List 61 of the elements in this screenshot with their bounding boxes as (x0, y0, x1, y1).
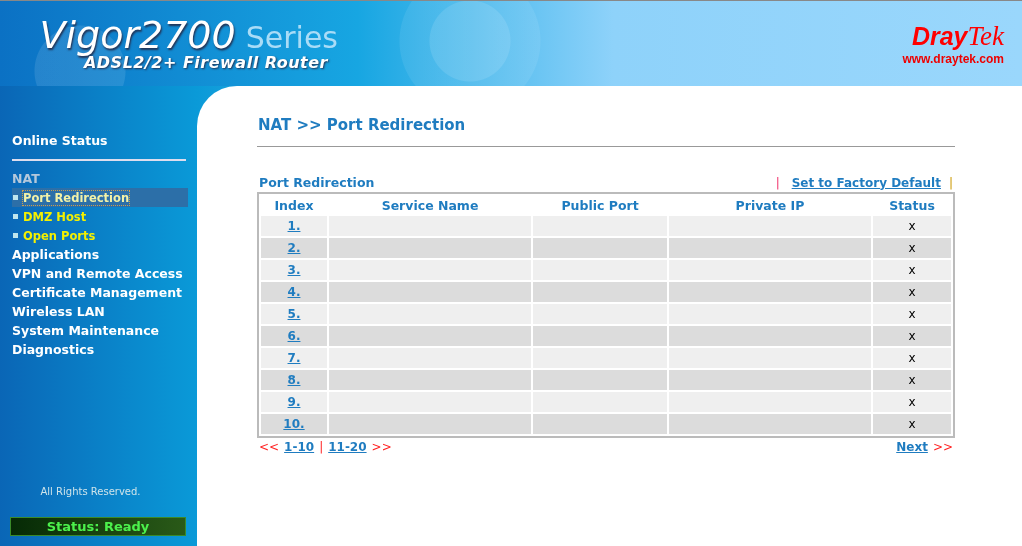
column-header: Private IP (734, 196, 806, 214)
index-link[interactable]: 5. (287, 307, 301, 321)
table-cell: x (873, 216, 951, 236)
next-arrow-text: >> (932, 440, 953, 454)
table-cell: x (873, 304, 951, 324)
index-link[interactable]: 9. (287, 395, 301, 409)
logo-url: www.draytek.com (902, 52, 1004, 66)
table-cell: x (873, 326, 951, 346)
index-link[interactable]: 2. (287, 241, 301, 255)
table-cell: x (873, 238, 951, 258)
nav-item[interactable]: VPN and Remote Access (0, 264, 195, 283)
logo-text: Dray (911, 22, 968, 51)
nav-item[interactable]: Applications (0, 245, 112, 264)
separator-text: | (319, 440, 324, 454)
next-link[interactable]: Next (896, 440, 928, 454)
copyright-text: All Rights Reserved. (40, 486, 141, 497)
page-title: NAT >> Port Redirection (257, 116, 955, 147)
status-bar: Status: Ready (10, 517, 186, 536)
table-cell: x (873, 392, 951, 412)
factory-default-link[interactable]: Set to Factory Default (791, 175, 941, 190)
nav-item[interactable]: Online Status (0, 131, 120, 150)
table-cell: x (873, 282, 951, 302)
submenu-item-highlight[interactable]: Port Redirection (12, 188, 188, 207)
submenu-item[interactable]: Open Ports (12, 226, 188, 245)
page-link[interactable]: 1-10 (284, 440, 315, 454)
bullet-icon (13, 195, 18, 200)
column-header: Index (273, 196, 315, 214)
submenu-label: DMZ Host (23, 209, 87, 224)
submenu-label: Port Redirection (23, 190, 130, 205)
page-link[interactable]: 11-20 (328, 440, 367, 454)
nav-item[interactable]: NAT (0, 169, 52, 188)
index-link[interactable]: 10. (283, 417, 305, 431)
prev-arrow-text: << (259, 440, 280, 454)
product-title: Vigor2700 (39, 13, 236, 57)
table-cell: x (873, 348, 951, 368)
column-header: Public Port (560, 196, 640, 214)
index-link[interactable]: 8. (287, 373, 301, 387)
index-link[interactable]: 1. (287, 219, 301, 233)
bullet-icon (13, 214, 18, 219)
index-link[interactable]: 4. (287, 285, 301, 299)
separator-text: | (774, 175, 781, 190)
index-link[interactable]: 7. (287, 351, 301, 365)
table-cell: x (873, 370, 951, 390)
index-link[interactable]: 6. (287, 329, 301, 343)
submenu-label: Open Ports (23, 228, 96, 243)
series-label: Series (245, 20, 338, 55)
index-link[interactable]: 3. (287, 263, 301, 277)
nav-item[interactable]: System Maintenance (0, 321, 172, 340)
logo-text: Tek (967, 21, 1004, 52)
nav-item[interactable]: Diagnostics (0, 340, 107, 359)
submenu-item[interactable]: DMZ Host (12, 207, 188, 226)
nav-item[interactable]: Wireless LAN (0, 302, 117, 321)
section-title: Port Redirection (259, 175, 375, 190)
nav-item[interactable]: Certificate Management (0, 283, 194, 302)
table-cell: x (873, 414, 951, 434)
column-header: Status (888, 196, 936, 214)
table-cell: x (873, 260, 951, 280)
next-arrow-text: >> (371, 440, 392, 454)
bullet-icon (13, 233, 18, 238)
separator-text: | (948, 175, 953, 190)
column-header: Service Name (380, 196, 480, 214)
